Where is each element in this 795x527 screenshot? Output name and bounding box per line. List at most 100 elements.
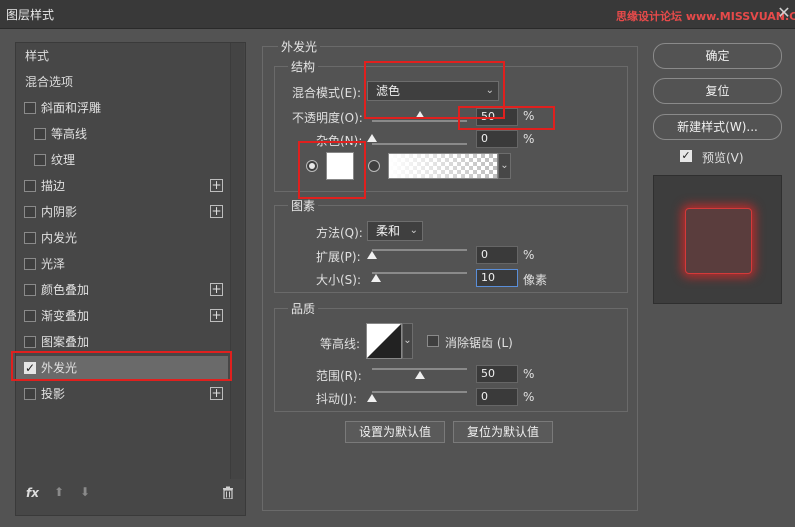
- gradient-dropdown-icon[interactable]: ⌄: [498, 153, 511, 179]
- method-label: 方法(Q):: [316, 226, 363, 240]
- style-list-item[interactable]: 颜色叠加 +: [16, 278, 228, 303]
- style-list-item[interactable]: 等高线: [16, 122, 228, 147]
- blend-mode-label: 混合模式(E):: [292, 86, 361, 100]
- add-effect-icon[interactable]: +: [210, 309, 223, 322]
- contour-label: 等高线:: [320, 337, 361, 351]
- reset-button[interactable]: 复位: [653, 78, 782, 104]
- style-checkbox[interactable]: [34, 154, 46, 166]
- move-down-icon[interactable]: ⬇: [80, 485, 90, 499]
- antialias-checkbox[interactable]: [427, 335, 439, 347]
- spread-unit: %: [523, 248, 535, 262]
- preview-thumbnail: [653, 175, 782, 304]
- preview-label: 预览(V): [702, 151, 744, 165]
- style-checkbox[interactable]: [34, 128, 46, 140]
- style-list-item[interactable]: 渐变叠加 +: [16, 304, 228, 329]
- jitter-label: 抖动(J):: [316, 392, 357, 406]
- size-input[interactable]: 10: [476, 269, 518, 287]
- gradient-swatch[interactable]: [388, 153, 498, 179]
- style-list-item-label: 内发光: [41, 231, 78, 245]
- size-label: 大小(S):: [316, 273, 362, 287]
- fx-icon[interactable]: fx: [26, 486, 39, 500]
- style-list-item[interactable]: 样式: [16, 44, 228, 69]
- noise-slider-thumb[interactable]: [367, 134, 377, 142]
- quality-title: 品质: [288, 300, 319, 317]
- move-up-icon[interactable]: ⬆: [54, 485, 64, 499]
- style-checkbox[interactable]: [24, 284, 36, 296]
- style-list-item-label: 光泽: [41, 257, 66, 271]
- style-checkbox[interactable]: [24, 232, 36, 244]
- style-checkbox[interactable]: [24, 336, 36, 348]
- section-title: 外发光: [278, 38, 321, 55]
- size-unit: 像素: [523, 273, 548, 287]
- style-list-item-label: 内阴影: [41, 205, 78, 219]
- style-list-item[interactable]: 内发光: [16, 226, 228, 251]
- range-label: 范围(R):: [316, 369, 362, 383]
- style-list-item[interactable]: 光泽: [16, 252, 228, 277]
- elements-title: 图素: [288, 197, 319, 214]
- trash-icon[interactable]: [222, 486, 234, 502]
- method-value: 柔和: [376, 224, 401, 238]
- style-list-item[interactable]: 描边 +: [16, 174, 228, 199]
- add-effect-icon[interactable]: +: [210, 179, 223, 192]
- jitter-unit: %: [523, 390, 535, 404]
- style-checkbox[interactable]: [24, 180, 36, 192]
- method-select[interactable]: 柔和 ⌄: [367, 221, 423, 241]
- preview-glow-square: [685, 208, 752, 274]
- range-slider-thumb[interactable]: [414, 371, 425, 379]
- style-list-item[interactable]: 内阴影 +: [16, 200, 228, 225]
- ok-button[interactable]: 确定: [653, 43, 782, 69]
- style-list-item-label: 描边: [41, 179, 66, 193]
- noise-slider[interactable]: [372, 143, 467, 145]
- size-slider[interactable]: [372, 272, 467, 274]
- jitter-slider-thumb[interactable]: [367, 394, 377, 402]
- jitter-input[interactable]: 0: [476, 388, 518, 406]
- contour-preview[interactable]: [366, 323, 402, 359]
- style-list-item[interactable]: 投影 +: [16, 382, 228, 407]
- size-slider-thumb[interactable]: [370, 274, 381, 282]
- highlight-opacity: [458, 106, 555, 130]
- set-default-button[interactable]: 设置为默认值: [345, 421, 445, 443]
- opacity-label: 不透明度(O):: [292, 111, 363, 125]
- style-checkbox[interactable]: [24, 258, 36, 270]
- spread-label: 扩展(P):: [316, 250, 361, 264]
- spread-slider[interactable]: [372, 249, 467, 251]
- contour-dropdown-icon[interactable]: ⌄: [402, 323, 413, 359]
- highlight-outer-glow-item: [11, 351, 232, 381]
- style-list-item[interactable]: 混合选项: [16, 70, 228, 95]
- style-list-item-label: 渐变叠加: [41, 309, 90, 323]
- style-list-item-label: 等高线: [51, 127, 88, 141]
- watermark-text: 思缘设计论坛 www.MISSVUAN.COM: [616, 10, 795, 23]
- noise-unit: %: [523, 132, 535, 146]
- gradient-radio[interactable]: [368, 160, 380, 172]
- add-effect-icon[interactable]: +: [210, 387, 223, 400]
- style-list-scrollbar[interactable]: [230, 43, 244, 479]
- style-list-item[interactable]: 斜面和浮雕: [16, 96, 228, 121]
- range-slider[interactable]: [372, 368, 467, 370]
- close-icon[interactable]: ✕: [775, 3, 793, 23]
- style-list-item-label: 颜色叠加: [41, 283, 90, 297]
- style-list-item-label: 混合选项: [25, 75, 74, 89]
- noise-input[interactable]: 0: [476, 130, 518, 148]
- style-list-item[interactable]: 纹理: [16, 148, 228, 173]
- style-checkbox[interactable]: [24, 102, 36, 114]
- new-style-button[interactable]: 新建样式(W)...: [653, 114, 782, 140]
- style-checkbox[interactable]: [24, 206, 36, 218]
- structure-title: 结构: [288, 58, 319, 75]
- spread-input[interactable]: 0: [476, 246, 518, 264]
- chevron-down-icon: ⌄: [409, 225, 418, 236]
- jitter-slider[interactable]: [372, 391, 467, 393]
- style-checkbox[interactable]: [24, 310, 36, 322]
- spread-slider-thumb[interactable]: [367, 251, 377, 259]
- range-unit: %: [523, 367, 535, 381]
- add-effect-icon[interactable]: +: [210, 283, 223, 296]
- add-effect-icon[interactable]: +: [210, 205, 223, 218]
- style-list-item-label: 纹理: [51, 153, 76, 167]
- opacity-slider[interactable]: [372, 120, 467, 122]
- preview-checkbox[interactable]: ✓: [680, 150, 692, 162]
- style-checkbox[interactable]: [24, 388, 36, 400]
- reset-default-button[interactable]: 复位为默认值: [453, 421, 553, 443]
- dialog-title: 图层样式: [6, 8, 55, 22]
- highlight-color: [298, 141, 366, 199]
- range-input[interactable]: 50: [476, 365, 518, 383]
- style-list-item-label: 斜面和浮雕: [41, 101, 102, 115]
